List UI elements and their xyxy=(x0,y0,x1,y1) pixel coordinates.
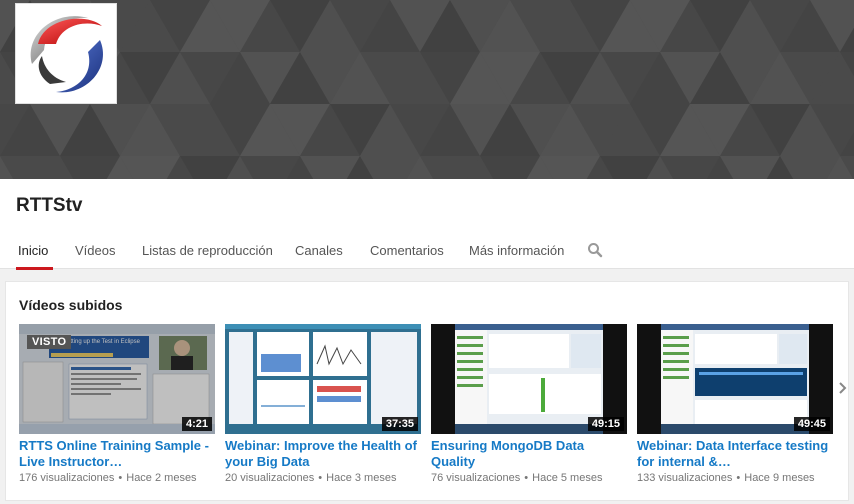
video-age: Hace 3 meses xyxy=(326,472,397,484)
channel-header: RTTStv Inicio Vídeos Listas de reproducc… xyxy=(0,179,854,270)
video-title[interactable]: Ensuring MongoDB Data Quality xyxy=(431,438,627,470)
channel-name: RTTStv xyxy=(16,195,83,216)
tab-videos[interactable]: Vídeos xyxy=(75,243,115,258)
video-duration: 49:45 xyxy=(793,417,830,431)
video-meta: 133 visualizaciones • Hace 9 meses xyxy=(637,472,833,484)
tab-canales[interactable]: Canales xyxy=(295,243,343,258)
video-thumbnail[interactable]: 37:35 xyxy=(225,324,421,434)
video-duration: 37:35 xyxy=(381,417,418,431)
banner-pattern xyxy=(0,0,854,179)
tab-listas[interactable]: Listas de reproducción xyxy=(142,243,273,258)
tab-mas-informacion[interactable]: Más información xyxy=(469,243,564,258)
tab-inicio[interactable]: Inicio xyxy=(18,243,48,258)
uploads-section: Vídeos subidos Setting up the Test in Ec… xyxy=(5,281,849,501)
video-meta: 176 visualizaciones • Hace 2 meses xyxy=(19,472,215,484)
video-title[interactable]: Webinar: Improve the Health of your Big … xyxy=(225,438,421,470)
video-item: 37:35 Webinar: Improve the Health of you… xyxy=(225,324,421,484)
video-views: 176 visualizaciones xyxy=(19,472,115,484)
channel-banner xyxy=(0,0,854,179)
video-thumbnail[interactable]: 49:15 xyxy=(431,324,627,434)
video-meta: 20 visualizaciones • Hace 3 meses xyxy=(225,472,421,484)
video-views: 76 visualizaciones xyxy=(431,472,521,484)
video-title[interactable]: Webinar: Data Interface testing for inte… xyxy=(637,438,833,470)
video-age: Hace 9 meses xyxy=(744,472,815,484)
video-duration: 49:15 xyxy=(587,417,624,431)
section-title[interactable]: Vídeos subidos xyxy=(19,297,122,313)
video-thumbnail[interactable]: 49:45 xyxy=(637,324,833,434)
meta-separator: • xyxy=(318,472,323,484)
video-duration: 4:21 xyxy=(181,417,212,431)
channel-page: RTTStv Inicio Vídeos Listas de reproducc… xyxy=(0,0,854,504)
video-meta: 76 visualizaciones • Hace 5 meses xyxy=(431,472,627,484)
video-title[interactable]: RTTS Online Training Sample - Live Instr… xyxy=(19,438,215,470)
chevron-right-icon[interactable] xyxy=(837,378,849,398)
watched-badge: VISTO xyxy=(27,335,72,349)
video-item: 49:45 Webinar: Data Interface testing fo… xyxy=(637,324,833,484)
tab-comentarios[interactable]: Comentarios xyxy=(370,243,444,258)
video-item: Setting up the Test in Eclipse VISTO 4:2… xyxy=(19,324,215,484)
video-thumbnail[interactable]: Setting up the Test in Eclipse VISTO 4:2… xyxy=(19,324,215,434)
video-age: Hace 2 meses xyxy=(126,472,197,484)
meta-separator: • xyxy=(118,472,123,484)
meta-separator: • xyxy=(524,472,529,484)
video-views: 20 visualizaciones xyxy=(225,472,315,484)
channel-avatar[interactable] xyxy=(15,3,117,104)
thumb-caption: Setting up the Test in Eclipse xyxy=(63,339,141,345)
video-item: 49:15 Ensuring MongoDB Data Quality 76 v… xyxy=(431,324,627,484)
video-age: Hace 5 meses xyxy=(532,472,603,484)
rtts-logo-icon xyxy=(30,16,103,93)
video-views: 133 visualizaciones xyxy=(637,472,733,484)
active-tab-indicator xyxy=(16,267,53,270)
search-icon[interactable] xyxy=(587,242,603,258)
meta-separator: • xyxy=(736,472,741,484)
